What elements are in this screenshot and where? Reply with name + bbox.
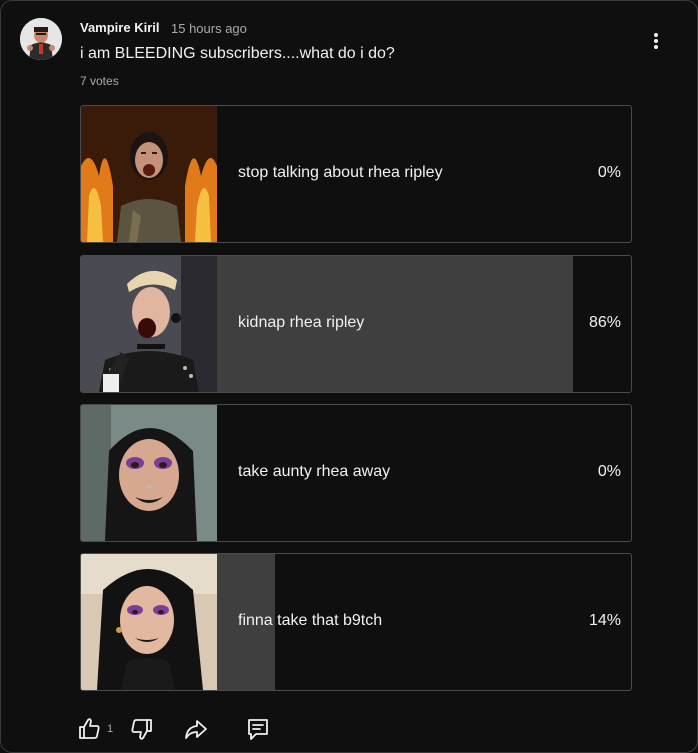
vote-count: 7 votes (80, 74, 119, 88)
poll-option-3-percent: 0% (597, 463, 621, 480)
avatar[interactable] (20, 18, 62, 60)
poll-option-1[interactable]: stop talking about rhea ripley 0% (80, 105, 632, 243)
thumbs-up-icon[interactable] (76, 715, 104, 743)
poll-post-card: Vampire Kiril 15 hours ago i am BLEEDING… (0, 0, 698, 753)
poll-option-4-label: finna take that b9tch (238, 612, 383, 629)
poll-option-2-label: kidnap rhea ripley (238, 314, 365, 331)
poll-option-4[interactable]: finna take that b9tch 14% (80, 553, 632, 691)
more-vert-icon[interactable] (644, 29, 668, 53)
poll-option-3[interactable]: take aunty rhea away 0% (80, 404, 632, 542)
poll-option-1-percent: 0% (597, 164, 621, 181)
poll-option-4-image (81, 554, 217, 690)
avatar-image (20, 18, 62, 60)
share-icon[interactable] (182, 715, 210, 743)
poll-option-2[interactable]: kidnap rhea ripley 86% (80, 255, 632, 393)
poll-option-2-percent: 86% (588, 314, 621, 331)
poll-question: i am BLEEDING subscribers....what do i d… (80, 45, 395, 62)
poll-option-3-image (81, 405, 217, 541)
poll-option-3-label: take aunty rhea away (238, 463, 391, 480)
like-count: 1 (107, 723, 114, 735)
author-name[interactable]: Vampire Kiril (80, 20, 159, 35)
post-timestamp[interactable]: 15 hours ago (171, 21, 247, 36)
poll-option-1-image (81, 106, 217, 242)
poll-option-1-label: stop talking about rhea ripley (238, 164, 443, 181)
comment-icon[interactable] (244, 715, 272, 743)
thumbs-down-icon[interactable] (127, 715, 155, 743)
poll-option-4-percent: 14% (588, 612, 621, 629)
poll-option-2-image (81, 256, 217, 392)
